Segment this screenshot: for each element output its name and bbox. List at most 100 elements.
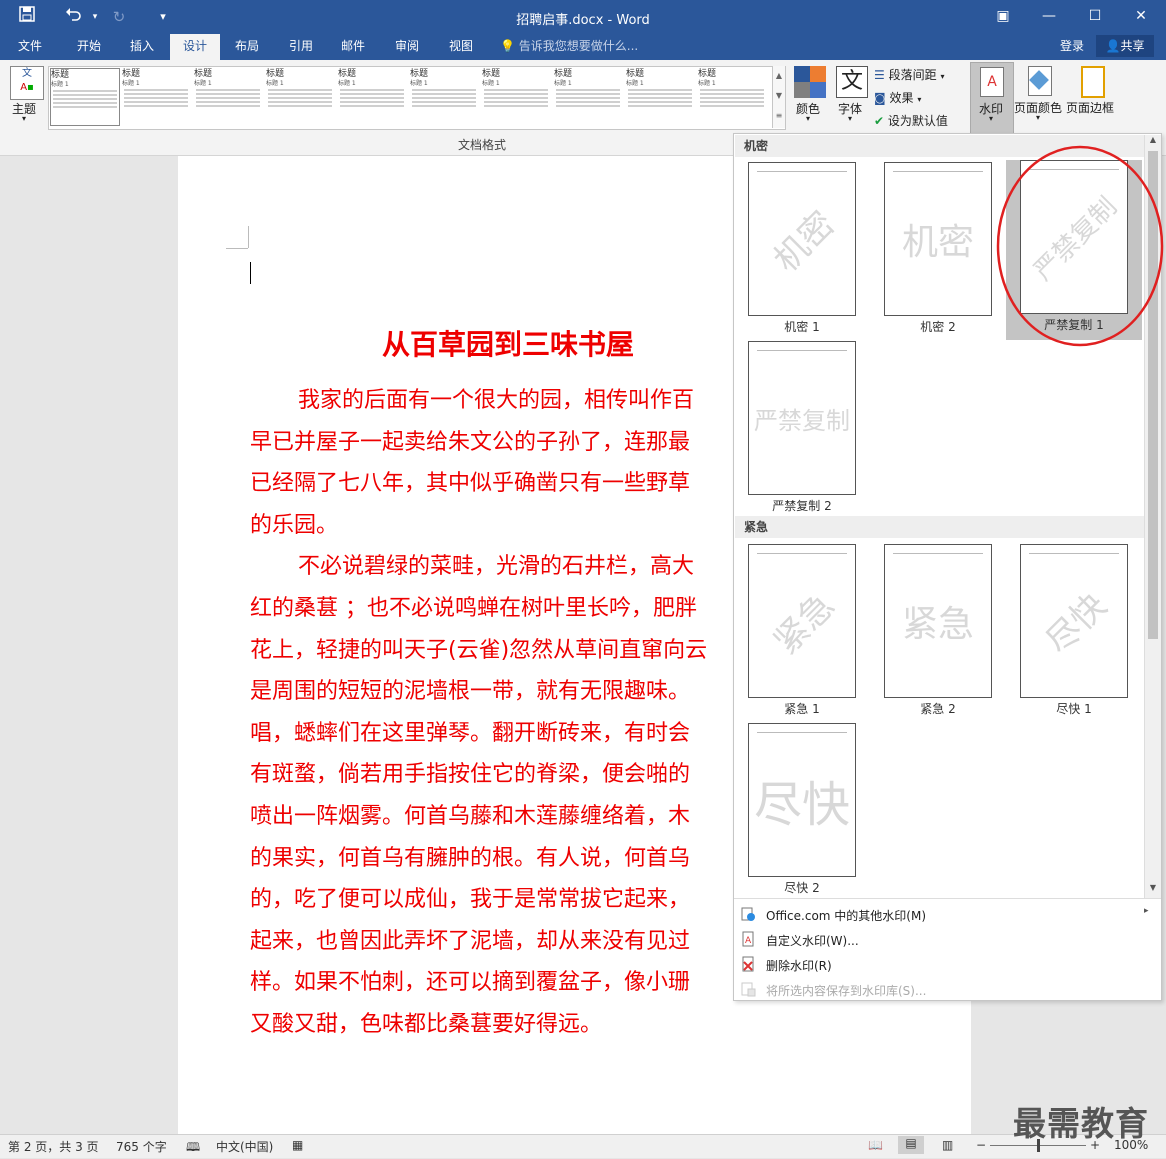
text-line-placeholder [628,97,692,99]
document-line: 唱，蟋蟀们在这里弹琴。翻开断砖来，有时会 [250,721,691,746]
text-line-placeholder [268,93,332,95]
tab-view[interactable]: 视图 [438,34,484,60]
style-set-title: 标题 [554,69,573,79]
ribbon-display-options-icon[interactable]: ▣ [980,0,1026,32]
style-set-subtitle: 标题 1 [554,80,572,87]
remove-watermark[interactable]: 删除水印(R) [734,953,1161,975]
style-set-thumbnail[interactable]: 标题 标题 1 [338,68,406,124]
style-set-title: 标题 [266,69,285,79]
watermark-text: 机密 [766,203,843,280]
custom-watermark-icon: A [740,931,756,947]
document-line: 已经隔了七八年，其中似乎确凿只有一些野草 [250,471,691,496]
chevron-down-icon: ▾ [989,114,994,123]
effects-button[interactable]: ◙ 效果 ▾ [874,89,964,107]
paragraph-spacing-button[interactable]: ☰ 段落间距 ▾ [874,66,964,84]
more-watermarks-office-com[interactable]: Office.com 中的其他水印(M) ▸ [734,903,1161,925]
style-set-thumbnail[interactable]: 标题 标题 1 [122,68,190,124]
style-set-thumbnail[interactable]: 标题 标题 1 [482,68,550,124]
proofing-icon[interactable]: 🕮 [186,1138,200,1159]
style-set-thumbnail[interactable]: 标题 标题 1 [266,68,334,124]
tab-home[interactable]: 开始 [62,34,116,60]
text-line-placeholder [412,105,476,107]
tab-references[interactable]: 引用 [278,34,324,60]
page-borders-button[interactable]: 页面边框 [1066,66,1118,130]
text-line-placeholder [556,101,620,103]
themes-button[interactable]: 文 A▪ 主题 ▾ [8,66,44,126]
custom-watermark[interactable]: A 自定义水印(W)... [734,928,1161,950]
text-line-placeholder [124,93,188,95]
save-to-watermark-gallery: 将所选内容保存到水印库(S)... [734,978,1161,1000]
text-line-placeholder [412,89,476,91]
paragraph-spacing-label: 段落间距 [888,68,937,82]
maximize-button[interactable]: ☐ [1072,0,1118,32]
style-set-thumbnail[interactable]: 标题 标题 1 [626,68,694,124]
tell-me-box[interactable]: 💡 告诉我您想要做什么... [500,34,638,58]
document-line: 喷出一阵烟雾。何首乌藤和木莲藤缠络着，木 [250,804,691,829]
status-bar: 第 2 页，共 3 页 765 个字 🕮 中文(中国) ▦ 📖 ▤ ▥ − + … [0,1134,1166,1158]
document-line: 的乐园。 [250,513,339,538]
style-set-subtitle: 标题 1 [194,80,212,87]
page-color-button[interactable]: 页面颜色 ▾ [1014,66,1064,130]
text-line-placeholder [628,101,692,103]
macro-icon[interactable]: ▦ [292,1138,303,1152]
watermark-option[interactable]: 严禁复制 严禁复制 2 [734,341,870,521]
text-line-placeholder [700,101,764,103]
style-set-thumbnail[interactable]: 标题 标题 1 [554,68,622,124]
share-button[interactable]: 👤共享 [1096,35,1154,57]
tab-layout[interactable]: 布局 [224,34,270,60]
tab-file[interactable]: 文件 [6,34,54,60]
web-layout-icon[interactable]: ▥ [942,1138,953,1152]
read-mode-icon[interactable]: 📖 [868,1138,883,1152]
document-line: 花上，轻捷的叫天子(云雀)忽然从草间直窜向云 [250,638,708,663]
watermark-option[interactable]: 尽快 尽快 2 [734,723,870,903]
word-count[interactable]: 765 个字 [116,1138,167,1155]
scroll-up-icon[interactable]: ▲ [773,66,785,86]
style-set-thumbnail[interactable]: 标题 标题 1 [698,68,766,124]
style-set-title: 标题 [51,70,70,80]
watermark-button[interactable]: A 水印 ▾ [970,62,1014,134]
style-set-thumbnail[interactable]: 标题 标题 1 [410,68,478,124]
watermark-option[interactable]: 机密机密 2 [870,162,1006,342]
watermark-option[interactable]: 紧急 紧急 1 [734,544,870,724]
tab-insert[interactable]: 插入 [118,34,166,60]
language[interactable]: 中文(中国) [216,1138,273,1155]
colors-button[interactable]: 颜色 ▾ [792,66,828,130]
tab-design[interactable]: 设计 [170,34,220,60]
print-layout-icon[interactable]: ▤ [898,1136,924,1154]
save-to-gallery-icon [740,981,756,997]
style-set-thumbnail[interactable]: 标题 标题 1 [194,68,262,124]
style-set-subtitle: 标题 1 [698,80,716,87]
more-icon[interactable]: ≡ [773,106,785,126]
watermark-option[interactable]: 机密机密 1 [734,162,870,342]
watermark-caption: 机密 1 [784,320,820,334]
close-button[interactable]: ✕ [1118,0,1164,32]
set-as-default-button[interactable]: ✔ 设为默认值 [874,112,966,130]
document-line: 的，吃了便可以成仙，我于是常常拔它起来， [250,887,691,912]
remove-watermark-label: 删除水印(R) [766,959,832,973]
tab-review[interactable]: 审阅 [384,34,430,60]
style-set-title: 标题 [194,69,213,79]
text-line-placeholder [268,89,332,91]
document-line: 不必说碧绿的菜畦，光滑的石井栏，高大 [298,554,695,579]
scroll-down-icon[interactable]: ▼ [1145,883,1161,897]
page-borders-label: 页面边框 [1066,101,1115,115]
text-line-placeholder [484,97,548,99]
chevron-down-icon: ▾ [940,72,945,81]
gallery-scroll[interactable]: ▲ ▼ ≡ [772,66,785,128]
watermark-option[interactable]: 尽快 尽快 1 [1006,544,1142,724]
zoom-out-button[interactable]: − [976,1138,986,1152]
scroll-down-icon[interactable]: ▼ [773,86,785,106]
style-set-thumbnail[interactable]: 标题 标题 1 [50,68,120,126]
watermark-preview-text: 机密 [885,163,991,315]
fonts-button[interactable]: 文 字体 ▾ [834,66,870,130]
page-color-icon [1028,66,1052,96]
watermark-option[interactable]: 紧急 紧急 2 [870,544,1006,724]
watermark-caption: 机密 2 [920,320,956,334]
login-link[interactable]: 登录 [1060,34,1084,58]
custom-watermark-label: 自定义水印(W)... [766,934,859,948]
tab-mailings[interactable]: 邮件 [330,34,376,60]
minimize-button[interactable]: — [1026,0,1072,32]
office-com-icon [740,906,756,922]
watermark-caption: 严禁复制 2 [772,499,832,513]
page-count[interactable]: 第 2 页，共 3 页 [8,1138,99,1155]
